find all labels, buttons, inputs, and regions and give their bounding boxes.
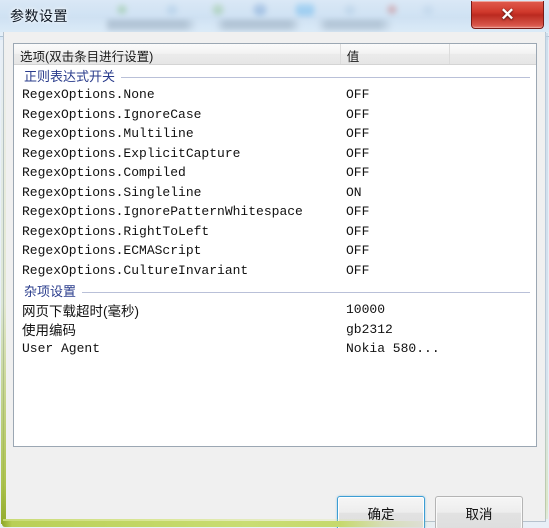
table-row[interactable]: User Agent Nokia 580...	[14, 339, 536, 359]
dialog-window: 参数设置 ✕ 选项(双击条目进行设置) 值 正则表达式开关 RegexOptio…	[0, 0, 549, 528]
row-value: OFF	[346, 145, 370, 161]
group-header-regex-switches[interactable]: 正则表达式开关	[14, 65, 536, 85]
screen: 参数设置 ✕ 选项(双击条目进行设置) 值 正则表达式开关 RegexOptio…	[0, 0, 549, 528]
window-bottom-glow	[2, 521, 547, 527]
row-option: RegexOptions.Compiled	[22, 165, 186, 181]
row-value: OFF	[346, 126, 370, 142]
row-option: RegexOptions.IgnorePatternWhitespace	[22, 204, 303, 220]
window-title: 参数设置	[10, 8, 68, 24]
row-value: 10000	[346, 302, 386, 318]
group-header-label: 正则表达式开关	[24, 66, 122, 85]
table-row[interactable]: RegexOptions.IgnorePatternWhitespace OFF	[14, 202, 536, 222]
table-row[interactable]: RegexOptions.Singleline ON	[14, 183, 536, 203]
row-option: RegexOptions.IgnoreCase	[22, 106, 202, 122]
row-option: RegexOptions.CultureInvariant	[22, 262, 249, 278]
row-option: RegexOptions.RightToLeft	[22, 223, 210, 239]
options-listview[interactable]: 选项(双击条目进行设置) 值 正则表达式开关 RegexOptions.None…	[13, 43, 537, 447]
title-bar[interactable]: 参数设置 ✕	[0, 0, 549, 32]
column-header-value[interactable]: 值	[341, 44, 451, 64]
listview-body: 正则表达式开关 RegexOptions.None OFF RegexOptio…	[14, 65, 536, 359]
close-button[interactable]: ✕	[471, 1, 544, 29]
listview-header-row: 选项(双击条目进行设置) 值	[14, 44, 536, 65]
row-option: RegexOptions.None	[22, 87, 155, 103]
table-row[interactable]: 网页下载超时(毫秒) 10000	[14, 300, 536, 320]
row-value: OFF	[346, 243, 370, 259]
row-option: RegexOptions.Singleline	[22, 184, 202, 200]
row-option: 使用编码	[22, 323, 76, 339]
row-value: gb2312	[346, 321, 393, 337]
row-value: OFF	[346, 262, 370, 278]
close-icon: ✕	[500, 4, 515, 24]
window-right-glow	[545, 33, 548, 519]
row-option: User Agent	[22, 341, 101, 357]
table-row[interactable]: RegexOptions.IgnoreCase OFF	[14, 105, 536, 125]
column-header-extra[interactable]	[450, 44, 536, 64]
group-header-label: 杂项设置	[24, 281, 83, 300]
group-header-rule	[24, 292, 530, 293]
table-row[interactable]: RegexOptions.Compiled OFF	[14, 163, 536, 183]
table-row[interactable]: RegexOptions.CultureInvariant OFF	[14, 261, 536, 281]
group-header-misc-settings[interactable]: 杂项设置	[14, 280, 536, 300]
table-row[interactable]: RegexOptions.RightToLeft OFF	[14, 222, 536, 242]
row-value: ON	[346, 184, 362, 200]
table-row[interactable]: RegexOptions.ExplicitCapture OFF	[14, 144, 536, 164]
dialog-client-area: 选项(双击条目进行设置) 值 正则表达式开关 RegexOptions.None…	[3, 32, 546, 528]
table-row[interactable]: 使用编码 gb2312	[14, 320, 536, 340]
row-value: OFF	[346, 223, 370, 239]
table-row[interactable]: RegexOptions.ECMAScript OFF	[14, 241, 536, 261]
row-option: 网页下载超时(毫秒)	[22, 303, 139, 319]
row-value: OFF	[346, 106, 370, 122]
row-value: OFF	[346, 87, 370, 103]
column-header-option[interactable]: 选项(双击条目进行设置)	[14, 44, 341, 64]
row-option: RegexOptions.ExplicitCapture	[22, 145, 241, 161]
row-option: RegexOptions.Multiline	[22, 126, 194, 142]
table-row[interactable]: RegexOptions.None OFF	[14, 85, 536, 105]
row-value: Nokia 580...	[346, 341, 440, 357]
row-option: RegexOptions.ECMAScript	[22, 243, 202, 259]
window-left-glow	[1, 36, 6, 524]
table-row[interactable]: RegexOptions.Multiline OFF	[14, 124, 536, 144]
row-value: OFF	[346, 204, 370, 220]
row-value: OFF	[346, 165, 370, 181]
